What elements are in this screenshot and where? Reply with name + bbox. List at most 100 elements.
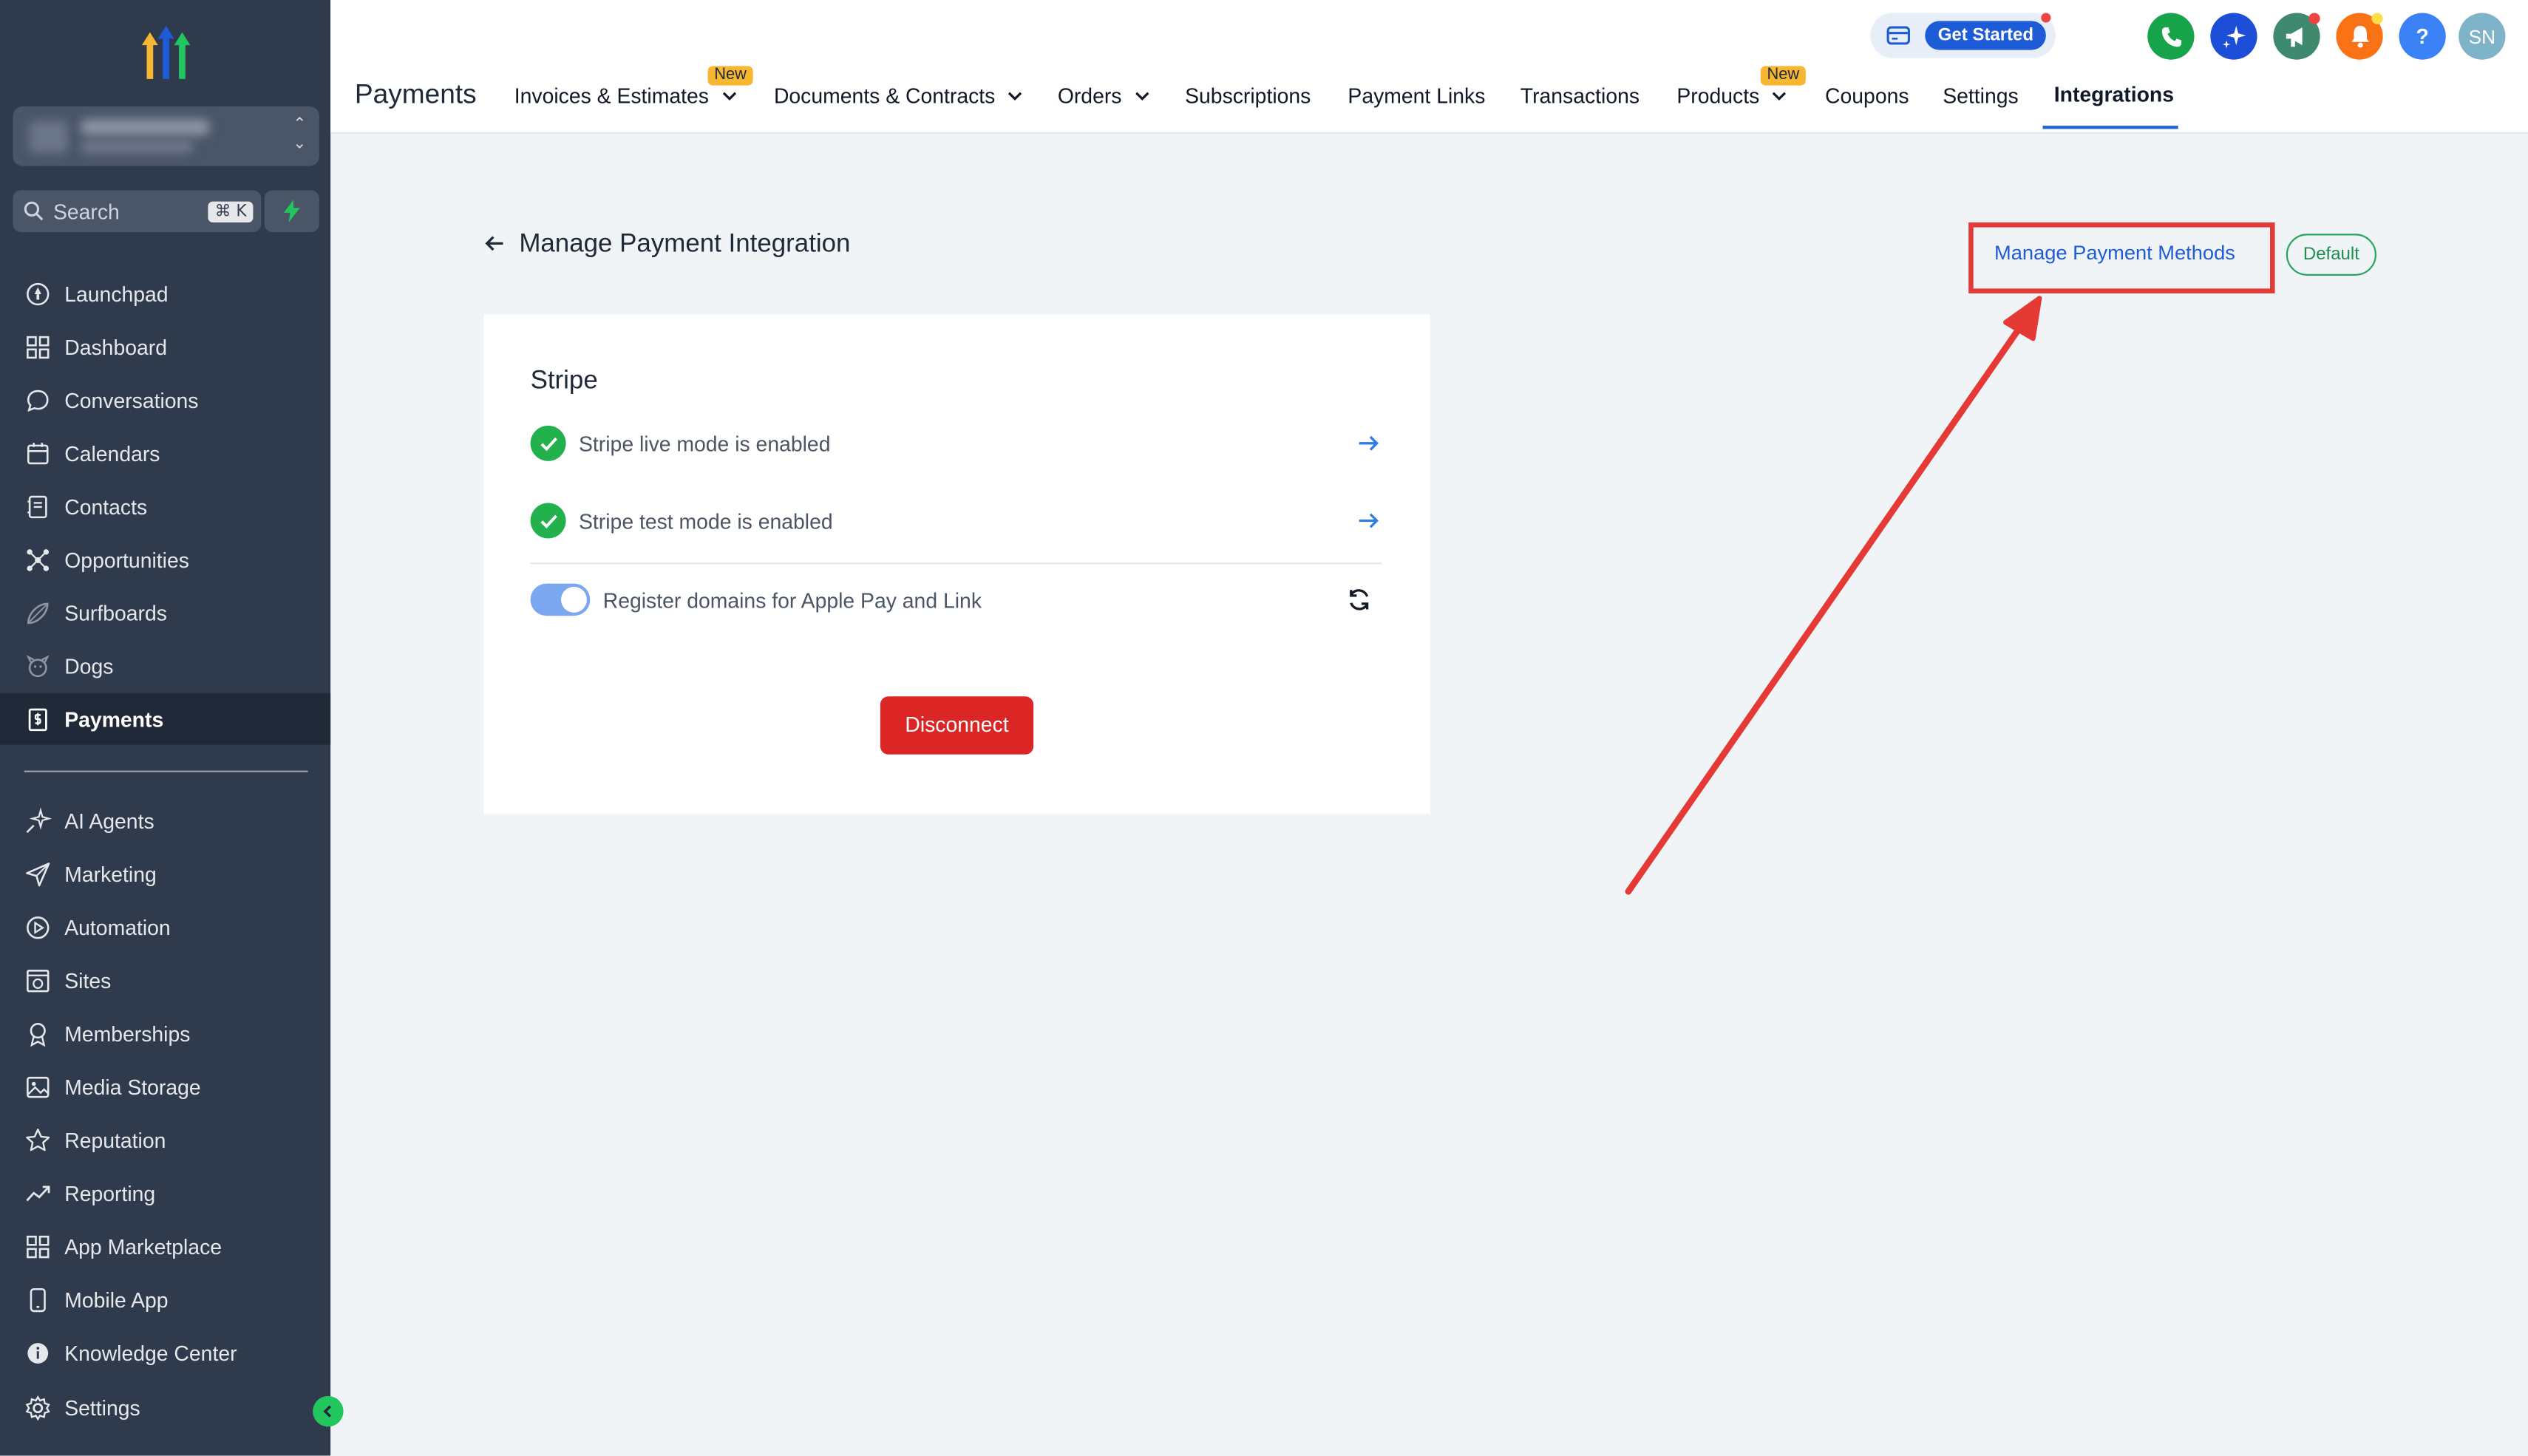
test-mode-row[interactable]: Stripe test mode is enabled xyxy=(530,501,1382,540)
sidebar-item-label: Automation xyxy=(64,914,171,939)
tab-transactions[interactable]: Transactions xyxy=(1520,84,1640,108)
sidebar-item-media-storage[interactable]: Media Storage xyxy=(0,1061,330,1112)
rocket-icon xyxy=(27,282,50,305)
account-location-redacted xyxy=(81,140,194,154)
chevron-down-icon xyxy=(1008,92,1022,101)
page-title: Payments xyxy=(354,78,477,110)
sidebar-item-knowledge-center[interactable]: Knowledge Center xyxy=(0,1327,330,1378)
sparkle-icon xyxy=(2221,24,2246,48)
sidebar-item-reputation[interactable]: Reputation xyxy=(0,1114,330,1166)
sidebar-item-launchpad[interactable]: Launchpad xyxy=(0,268,330,319)
tab-settings[interactable]: Settings xyxy=(1943,84,2018,108)
sidebar-item-label: Dogs xyxy=(64,653,114,678)
back-arrow-icon[interactable] xyxy=(483,232,506,255)
sidebar-item-label: Payments xyxy=(64,707,164,732)
tab-products[interactable]: Products xyxy=(1676,84,1788,108)
info-icon xyxy=(27,1342,49,1363)
refresh-icon[interactable] xyxy=(1346,587,1372,613)
notification-dot xyxy=(2041,13,2051,23)
ai-assistant-button[interactable] xyxy=(2210,13,2257,60)
tab-subscriptions[interactable]: Subscriptions xyxy=(1185,84,1311,108)
phone-icon xyxy=(30,1287,46,1312)
sidebar-item-dogs[interactable]: Dogs xyxy=(0,640,330,692)
user-avatar[interactable]: SN xyxy=(2459,13,2506,60)
sidebar-item-label: Contacts xyxy=(64,494,148,519)
sidebar-item-label: App Marketplace xyxy=(64,1234,222,1259)
sidebar-item-automation[interactable]: Automation xyxy=(0,901,330,953)
tab-coupons[interactable]: Coupons xyxy=(1825,84,1909,108)
sidebar-item-label: Calendars xyxy=(64,440,160,466)
tab-label: Invoices & Estimates xyxy=(514,84,709,109)
tab-label: Documents & Contracts xyxy=(773,84,996,109)
new-badge: New xyxy=(1760,66,1806,86)
sidebar-item-contacts[interactable]: Contacts xyxy=(0,480,330,532)
sidebar-item-sites[interactable]: Sites xyxy=(0,954,330,1006)
sidebar-item-dashboard[interactable]: Dashboard xyxy=(0,321,330,372)
collapse-sidebar-button[interactable] xyxy=(313,1395,344,1427)
award-icon xyxy=(30,1021,46,1047)
sidebar-item-payments[interactable]: Payments xyxy=(0,693,331,745)
phone-icon xyxy=(2161,26,2181,47)
app-root: ⌃ ⌄ Search ⌘ K Launchpad Dashboard Conversa… xyxy=(0,0,2528,1456)
payments-icon xyxy=(28,707,47,731)
tab-payment-links[interactable]: Payment Links xyxy=(1348,84,1485,108)
contacts-icon xyxy=(27,494,47,518)
annotation-highlight-box xyxy=(1968,222,2275,293)
quick-actions-button[interactable] xyxy=(264,190,319,233)
check-circle-icon xyxy=(530,503,566,539)
check-circle-icon xyxy=(530,425,566,461)
arrow-right-icon[interactable] xyxy=(1356,430,1382,456)
sidebar-item-marketing[interactable]: Marketing xyxy=(0,848,330,899)
sites-icon xyxy=(27,968,50,992)
bell-icon xyxy=(2351,25,2369,48)
sidebar-item-label: Sites xyxy=(64,967,112,993)
live-mode-row[interactable]: Stripe live mode is enabled xyxy=(530,424,1382,463)
sidebar-item-conversations[interactable]: Conversations xyxy=(0,374,330,426)
default-badge: Default xyxy=(2286,234,2376,276)
sidebar-item-memberships[interactable]: Memberships xyxy=(0,1007,330,1059)
sidebar-item-reporting[interactable]: Reporting xyxy=(0,1167,330,1219)
active-tab-underline xyxy=(2042,126,2178,129)
sidebar-item-label: Conversations xyxy=(64,387,199,412)
register-domains-label: Register domains for Apple Pay and Link xyxy=(602,588,982,612)
arrow-right-icon[interactable] xyxy=(1356,508,1382,534)
sidebar-item-settings[interactable]: Settings xyxy=(0,1381,330,1433)
tab-integrations[interactable]: Integrations xyxy=(2054,82,2174,106)
sidebar-item-calendars[interactable]: Calendars xyxy=(0,427,330,479)
sidebar-item-surfboards[interactable]: Surfboards xyxy=(0,587,330,639)
test-mode-label: Stripe test mode is enabled xyxy=(579,508,833,533)
sidebar-item-ai-agents[interactable]: AI Agents xyxy=(0,795,330,846)
get-started-widget[interactable]: Get Started xyxy=(1870,13,2056,58)
automation-icon xyxy=(27,915,50,939)
sidebar-divider xyxy=(24,770,308,772)
app-logo-icon[interactable] xyxy=(135,23,197,84)
sidebar-item-label: Marketing xyxy=(64,861,157,886)
search-label: Search xyxy=(52,199,120,224)
sidebar-search[interactable]: Search ⌘ K xyxy=(13,190,262,233)
tab-label: Subscriptions xyxy=(1185,84,1311,109)
tab-documents-contracts[interactable]: Documents & Contracts xyxy=(774,84,1025,108)
register-domains-toggle[interactable] xyxy=(530,583,591,616)
sidebar-item-label: Memberships xyxy=(64,1021,191,1046)
disconnect-button[interactable]: Disconnect xyxy=(880,696,1034,755)
dog-icon xyxy=(26,654,50,677)
phone-button[interactable] xyxy=(2147,13,2195,60)
account-switcher[interactable]: ⌃ ⌄ xyxy=(13,106,319,166)
account-name-redacted xyxy=(81,119,210,136)
chevron-down-icon xyxy=(1135,92,1149,101)
tab-invoices-estimates[interactable]: Invoices & Estimates xyxy=(514,84,738,108)
account-avatar xyxy=(29,120,68,154)
surfboard-icon xyxy=(27,602,49,624)
sidebar-item-opportunities[interactable]: Opportunities xyxy=(0,534,330,585)
sidebar-item-label: Settings xyxy=(64,1395,140,1420)
get-started-button[interactable]: Get Started xyxy=(1925,21,2047,50)
sidebar-item-app-marketplace[interactable]: App Marketplace xyxy=(0,1220,330,1272)
help-button[interactable]: ? xyxy=(2399,13,2446,60)
star-icon xyxy=(26,1128,50,1151)
megaphone-icon xyxy=(2285,26,2302,47)
announcement-dot xyxy=(2308,13,2320,24)
tab-orders[interactable]: Orders xyxy=(1058,84,1151,108)
sidebar-item-label: AI Agents xyxy=(64,808,154,833)
main-title: Manage Payment Integration xyxy=(519,230,851,258)
sidebar-item-mobile-app[interactable]: Mobile App xyxy=(0,1273,330,1325)
